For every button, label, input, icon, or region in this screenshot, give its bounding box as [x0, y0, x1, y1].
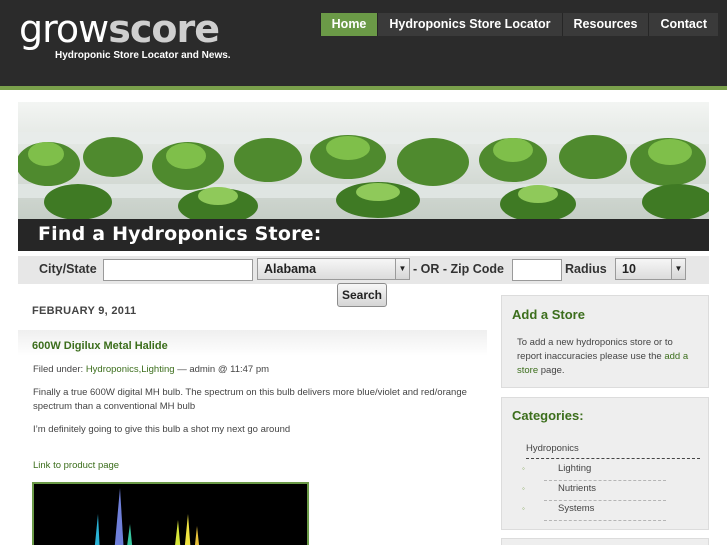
post-paragraph-2: I’m definitely going to give this bulb a…	[33, 424, 291, 435]
site-logo[interactable]: growscore	[19, 6, 220, 52]
chevron-down-icon: ▼	[395, 259, 409, 279]
logo-grow-text: grow	[19, 7, 109, 51]
add-store-widget: Add a Store To add a new hydroponics sto…	[501, 295, 709, 388]
store-search-form: City/State Alabama ▼ - OR - Zip Code Rad…	[18, 256, 709, 284]
state-select-value: Alabama	[264, 262, 317, 276]
or-zip-label: - OR - Zip Code	[413, 262, 504, 276]
nav-contact[interactable]: Contact	[648, 13, 718, 36]
category-lighting[interactable]: Lighting	[544, 463, 666, 481]
main-nav: Home Hydroponics Store Locator Resources…	[319, 13, 718, 36]
chevron-down-icon: ▼	[671, 259, 685, 279]
radius-select-value: 10	[622, 262, 636, 276]
search-button[interactable]: Search	[337, 283, 387, 307]
sidebar-widget-next	[501, 538, 709, 545]
post-paragraph-1: Finally a true 600W digital MH bulb. The…	[33, 387, 467, 412]
hero-banner: Find a Hydroponics Store:	[18, 102, 709, 251]
post-meta: Filed under: Hydroponics,Lighting — admi…	[33, 364, 269, 375]
nav-home[interactable]: Home	[319, 13, 378, 36]
banner-title: Find a Hydroponics Store:	[38, 223, 322, 245]
product-page-link[interactable]: Link to product page	[33, 460, 119, 471]
categories-widget: Categories: Hydroponics ◦ Lighting ◦ Nut…	[501, 397, 709, 530]
bullet-icon: ◦	[522, 464, 525, 473]
add-store-text-before: To add a new hydroponics store or to rep…	[517, 337, 673, 362]
post-title-link[interactable]: 600W Digilux Metal Halide	[32, 340, 168, 352]
add-store-text-after: page.	[540, 365, 565, 376]
header-accent-line	[0, 86, 727, 90]
category-systems[interactable]: Systems	[544, 503, 666, 521]
city-state-label: City/State	[39, 262, 97, 276]
add-store-text: To add a new hydroponics store or to rep…	[517, 336, 697, 378]
state-select[interactable]: Alabama ▼	[257, 258, 410, 280]
bullet-icon: ◦	[522, 484, 525, 493]
nav-resources[interactable]: Resources	[561, 13, 649, 36]
post-category-link[interactable]: Hydroponics,Lighting	[86, 364, 175, 375]
spectrum-image	[32, 482, 309, 545]
bullet-icon: ◦	[522, 504, 525, 513]
post-date: FEBRUARY 9, 2011	[32, 305, 137, 317]
add-store-title: Add a Store	[512, 307, 585, 322]
nav-store-locator[interactable]: Hydroponics Store Locator	[377, 13, 562, 36]
radius-select[interactable]: 10 ▼	[615, 258, 686, 280]
logo-score-text: score	[108, 7, 220, 51]
site-tagline: Hydroponic Store Locator and News.	[55, 50, 231, 61]
category-nutrients[interactable]: Nutrients	[544, 483, 666, 501]
site-header: growscore Hydroponic Store Locator and N…	[0, 0, 727, 86]
filed-under-label: Filed under:	[33, 364, 84, 375]
category-hydroponics[interactable]: Hydroponics	[526, 443, 700, 459]
city-state-input[interactable]	[103, 259, 253, 281]
post-author-time: — admin @ 11:47 pm	[177, 364, 270, 375]
radius-label: Radius	[565, 262, 607, 276]
zip-code-input[interactable]	[512, 259, 562, 281]
categories-title: Categories:	[512, 408, 584, 423]
